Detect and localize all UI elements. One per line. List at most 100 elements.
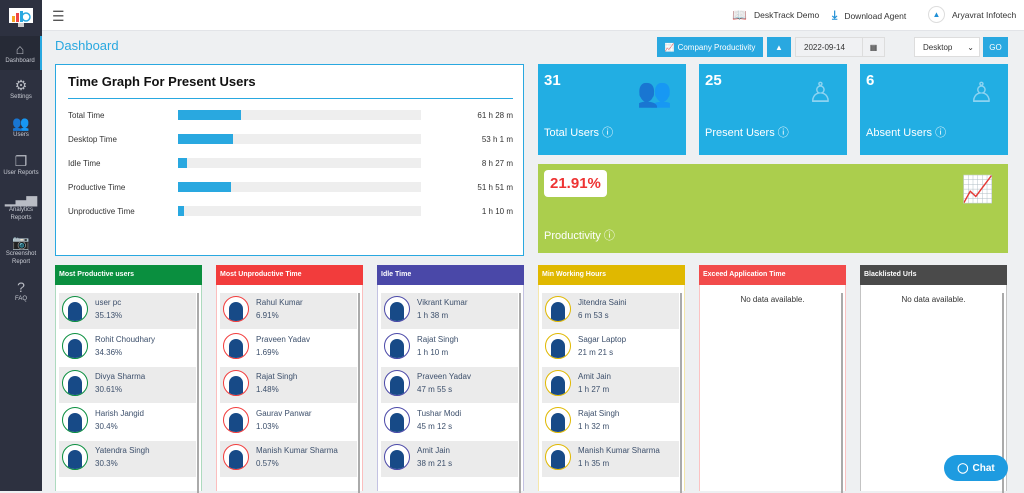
scrollbar[interactable] <box>680 293 682 493</box>
time-bar <box>178 110 421 120</box>
avatar <box>62 370 88 396</box>
time-bar <box>178 182 421 192</box>
list-item[interactable]: Yatendra Singh 30.3% <box>59 441 196 477</box>
device-select[interactable]: Desktop ⌄ <box>914 37 980 57</box>
date-input[interactable]: 2022-09-14 ▦ <box>795 37 885 57</box>
list-item[interactable]: Amit Jain 38 m 21 s <box>381 441 518 477</box>
list-item[interactable]: Praveen Yadav 1.69% <box>220 330 357 366</box>
line-chart-icon: 📈 <box>664 42 675 52</box>
chat-button[interactable]: ◯ Chat <box>944 455 1008 481</box>
sidebar-item-users[interactable]: 👥 Users <box>0 108 42 146</box>
time-bar <box>178 134 421 144</box>
time-bar <box>178 206 421 216</box>
list-item[interactable]: Sagar Laptop 21 m 21 s <box>542 330 679 366</box>
info-icon[interactable]: ⓘ <box>778 127 789 139</box>
demo-link[interactable]: 📖 DeskTrack Demo <box>732 8 819 22</box>
go-button[interactable]: GO <box>983 37 1008 57</box>
productivity-value: 21.91% <box>544 170 607 197</box>
list-panel: Most Unproductive Time Rahul Kumar 6.91% Pr… <box>216 265 363 493</box>
list-item[interactable]: Gaurav Panwar 1.03% <box>220 404 357 440</box>
list-item[interactable]: Manish Kumar Sharma 1 h 35 m <box>542 441 679 477</box>
time-row: Total Time 61 h 28 m <box>68 110 513 120</box>
empty-message: No data available. <box>740 295 805 304</box>
list-item[interactable]: Tushar Modi 45 m 12 s <box>381 404 518 440</box>
list-item[interactable]: Amit Jain 1 h 27 m <box>542 367 679 403</box>
productivity-label: Productivity <box>544 230 601 242</box>
users-icon: 👥 <box>12 115 30 131</box>
panel-header: Min Working Hours <box>538 265 685 285</box>
area-chart-button[interactable]: ▲ <box>767 37 791 57</box>
sidebar: ⌂ Dashboard ⚙ Settings 👥 Users ❐ User Reports ▁▃… <box>0 0 42 491</box>
chat-bubble-icon: ◯ <box>957 462 969 474</box>
time-graph-title: Time Graph For Present Users <box>68 74 256 89</box>
sidebar-item-analytics-reports[interactable]: ▁▃▅ Analytics Reports <box>0 184 42 228</box>
info-icon[interactable]: ⓘ <box>935 127 946 139</box>
list-item[interactable]: Rajat Singh 1 h 32 m <box>542 404 679 440</box>
avatar <box>62 444 88 470</box>
user-check-icon: ♙ <box>807 77 833 108</box>
camera-icon: 📷 <box>12 234 30 250</box>
gears-icon: ⚙ <box>14 77 28 93</box>
avatar <box>384 333 410 359</box>
avatar <box>384 296 410 322</box>
scrollbar[interactable] <box>841 293 843 493</box>
list-panel: Most Productive users user pc 35.13% Rohit … <box>55 265 202 493</box>
scrollbar[interactable] <box>197 293 199 493</box>
list-item[interactable]: user pc 35.13% <box>59 293 196 329</box>
list-item[interactable]: Divya Sharma 30.61% <box>59 367 196 403</box>
company-menu[interactable]: ▲ Aryavrat Infotech <box>928 6 1016 23</box>
question-icon: ? <box>17 279 25 295</box>
book-icon: 📖 <box>732 8 747 22</box>
list-item[interactable]: Jitendra Saini 6 m 53 s <box>542 293 679 329</box>
panel-header: Idle Time <box>377 265 524 285</box>
scrollbar[interactable] <box>519 293 521 493</box>
list-panel: Idle Time Vikrant Kumar 1 h 38 m Rajat Sing… <box>377 265 524 493</box>
panel-header: Most Productive users <box>55 265 202 285</box>
page-title: Dashboard <box>55 38 119 53</box>
stat-card[interactable]: 25 ♙ Present Users ⓘ <box>699 64 847 155</box>
app-logo[interactable] <box>0 0 42 36</box>
trend-chart-icon: 📈 <box>961 174 994 204</box>
chevron-down-icon: ⌄ <box>967 42 974 52</box>
copy-icon: ❐ <box>14 153 28 169</box>
productivity-card: 21.91% Productivity ⓘ 📈 <box>538 164 1008 253</box>
sidebar-item-settings[interactable]: ⚙ Settings <box>0 70 42 108</box>
top-bar: ☰ 📖 DeskTrack Demo ⤓ Download Agent ▲ Aryav… <box>42 0 1024 31</box>
user-check-icon: ♙ <box>968 77 994 108</box>
info-icon[interactable]: ⓘ <box>602 127 613 139</box>
list-item[interactable]: Harish Jangid 30.4% <box>59 404 196 440</box>
scrollbar[interactable] <box>358 293 360 493</box>
info-icon[interactable]: ⓘ <box>604 230 615 242</box>
list-item[interactable]: Rahul Kumar 6.91% <box>220 293 357 329</box>
sidebar-item-user-reports[interactable]: ❐ User Reports <box>0 146 42 184</box>
avatar <box>62 407 88 433</box>
stat-card[interactable]: 31 👥 Total Users ⓘ <box>538 64 686 155</box>
time-row: Idle Time 8 h 27 m <box>68 158 513 168</box>
calendar-icon[interactable]: ▦ <box>862 38 884 56</box>
time-row: Productive Time 51 h 51 m <box>68 182 513 192</box>
list-item[interactable]: Rajat Singh 1 h 10 m <box>381 330 518 366</box>
company-productivity-button[interactable]: 📈 Company Productivity <box>657 37 763 57</box>
menu-toggle-icon[interactable]: ☰ <box>52 8 65 25</box>
panel-header: Most Unproductive Time <box>216 265 363 285</box>
sidebar-item-screenshot-report[interactable]: 📷 Screenshot Report <box>0 228 42 272</box>
list-item[interactable]: Praveen Yadav 47 m 55 s <box>381 367 518 403</box>
company-logo-icon: ▲ <box>928 6 945 23</box>
avatar <box>545 296 571 322</box>
home-icon: ⌂ <box>15 41 25 57</box>
avatar <box>384 407 410 433</box>
avatar <box>223 296 249 322</box>
list-item[interactable]: Rohit Choudhary 34.36% <box>59 330 196 366</box>
list-item[interactable]: Vikrant Kumar 1 h 38 m <box>381 293 518 329</box>
users-icon: 👥 <box>637 77 672 108</box>
sidebar-item-dashboard[interactable]: ⌂ Dashboard <box>0 36 42 70</box>
list-panel: Exceed Application Time No data available… <box>699 265 846 493</box>
avatar <box>62 333 88 359</box>
sidebar-item-faq[interactable]: ? FAQ <box>0 272 42 310</box>
list-item[interactable]: Rajat Singh 1.48% <box>220 367 357 403</box>
avatar <box>384 370 410 396</box>
stat-card[interactable]: 6 ♙ Absent Users ⓘ <box>860 64 1008 155</box>
download-agent-link[interactable]: ⤓ Download Agent <box>832 8 906 23</box>
avatar <box>545 444 571 470</box>
list-item[interactable]: Manish Kumar Sharma 0.57% <box>220 441 357 477</box>
